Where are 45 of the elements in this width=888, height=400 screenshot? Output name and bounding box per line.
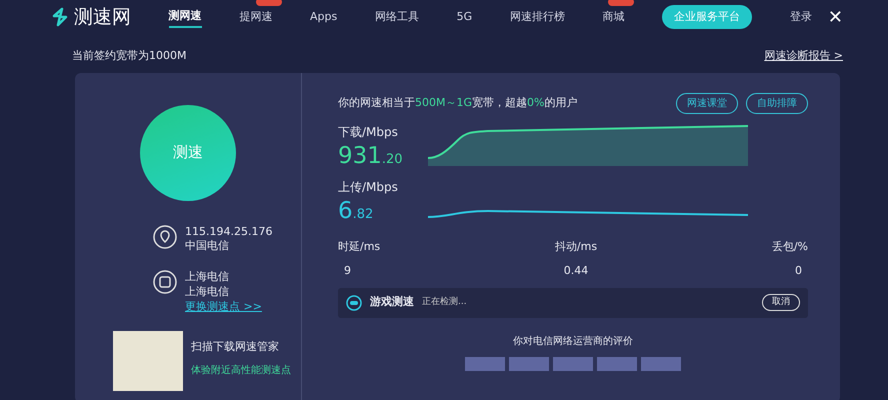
rating-option[interactable]	[597, 356, 637, 370]
nav-tab[interactable]: 测网速	[168, 6, 202, 28]
pill-button[interactable]: 网速课堂	[676, 92, 738, 114]
promo-text: 扫描下载网速管家	[191, 338, 280, 355]
server-name: 上海电信	[185, 270, 230, 286]
nav-tab[interactable]: 商城	[602, 6, 624, 28]
metric-value: 0	[794, 263, 803, 279]
logo-text: 测速网	[74, 4, 131, 30]
speed-summary: 你的网速相当于500M～1G宽带，超越0%的用户	[338, 94, 578, 111]
nav-tab[interactable]: 网络工具	[374, 6, 419, 28]
metric-value: 0.44	[562, 263, 590, 279]
metric-label: 抖动/ms	[554, 238, 598, 254]
speed-value: 6.82	[338, 200, 374, 222]
metric-value: 9	[343, 263, 352, 279]
isp-name: 中国电信	[185, 239, 230, 254]
metric-label: 时延/ms	[338, 238, 380, 254]
rating-option[interactable]	[509, 356, 549, 370]
qr-code	[113, 330, 183, 391]
bandwidth-note: 当前签约宽带为1000M	[72, 48, 186, 64]
nav-tab[interactable]: Apps	[310, 6, 338, 28]
change-server-link[interactable]: 更换测速点 >>	[185, 300, 262, 315]
nav-tab[interactable]: 网速排行榜	[510, 6, 565, 28]
logo-icon	[50, 7, 70, 27]
speed-label: 上传/Mbps	[338, 178, 399, 196]
game-test-title: 游戏测速	[370, 294, 414, 310]
promo-highlight: 体验附近高性能测速点	[191, 364, 291, 378]
close-button[interactable]: ✕	[828, 4, 843, 30]
report-link[interactable]: 网速诊断报告 >	[764, 48, 843, 64]
server-icon	[153, 270, 177, 294]
speed-value: 931.20	[338, 145, 404, 168]
rating-prompt: 你对电信网络运营商的评价	[512, 334, 634, 348]
rating-option[interactable]	[465, 356, 505, 370]
login-link[interactable]: 登录	[790, 6, 812, 28]
cancel-button[interactable]: 取消	[762, 294, 800, 312]
pill-button[interactable]: 自助排障	[746, 92, 808, 114]
location-pin-icon	[153, 224, 177, 248]
nav-tab[interactable]: 5G	[456, 6, 472, 28]
game-test-status: 正在检测...	[422, 296, 467, 309]
nav-tab[interactable]: 提网速	[239, 6, 272, 28]
server-isp: 上海电信	[185, 285, 230, 300]
rating-option[interactable]	[553, 356, 593, 370]
ip-address: 115.194.25.176	[185, 224, 272, 240]
metric-label: 丢包/%	[772, 238, 808, 254]
rating-option[interactable]	[641, 356, 681, 370]
speed-label: 下载/Mbps	[338, 124, 399, 141]
